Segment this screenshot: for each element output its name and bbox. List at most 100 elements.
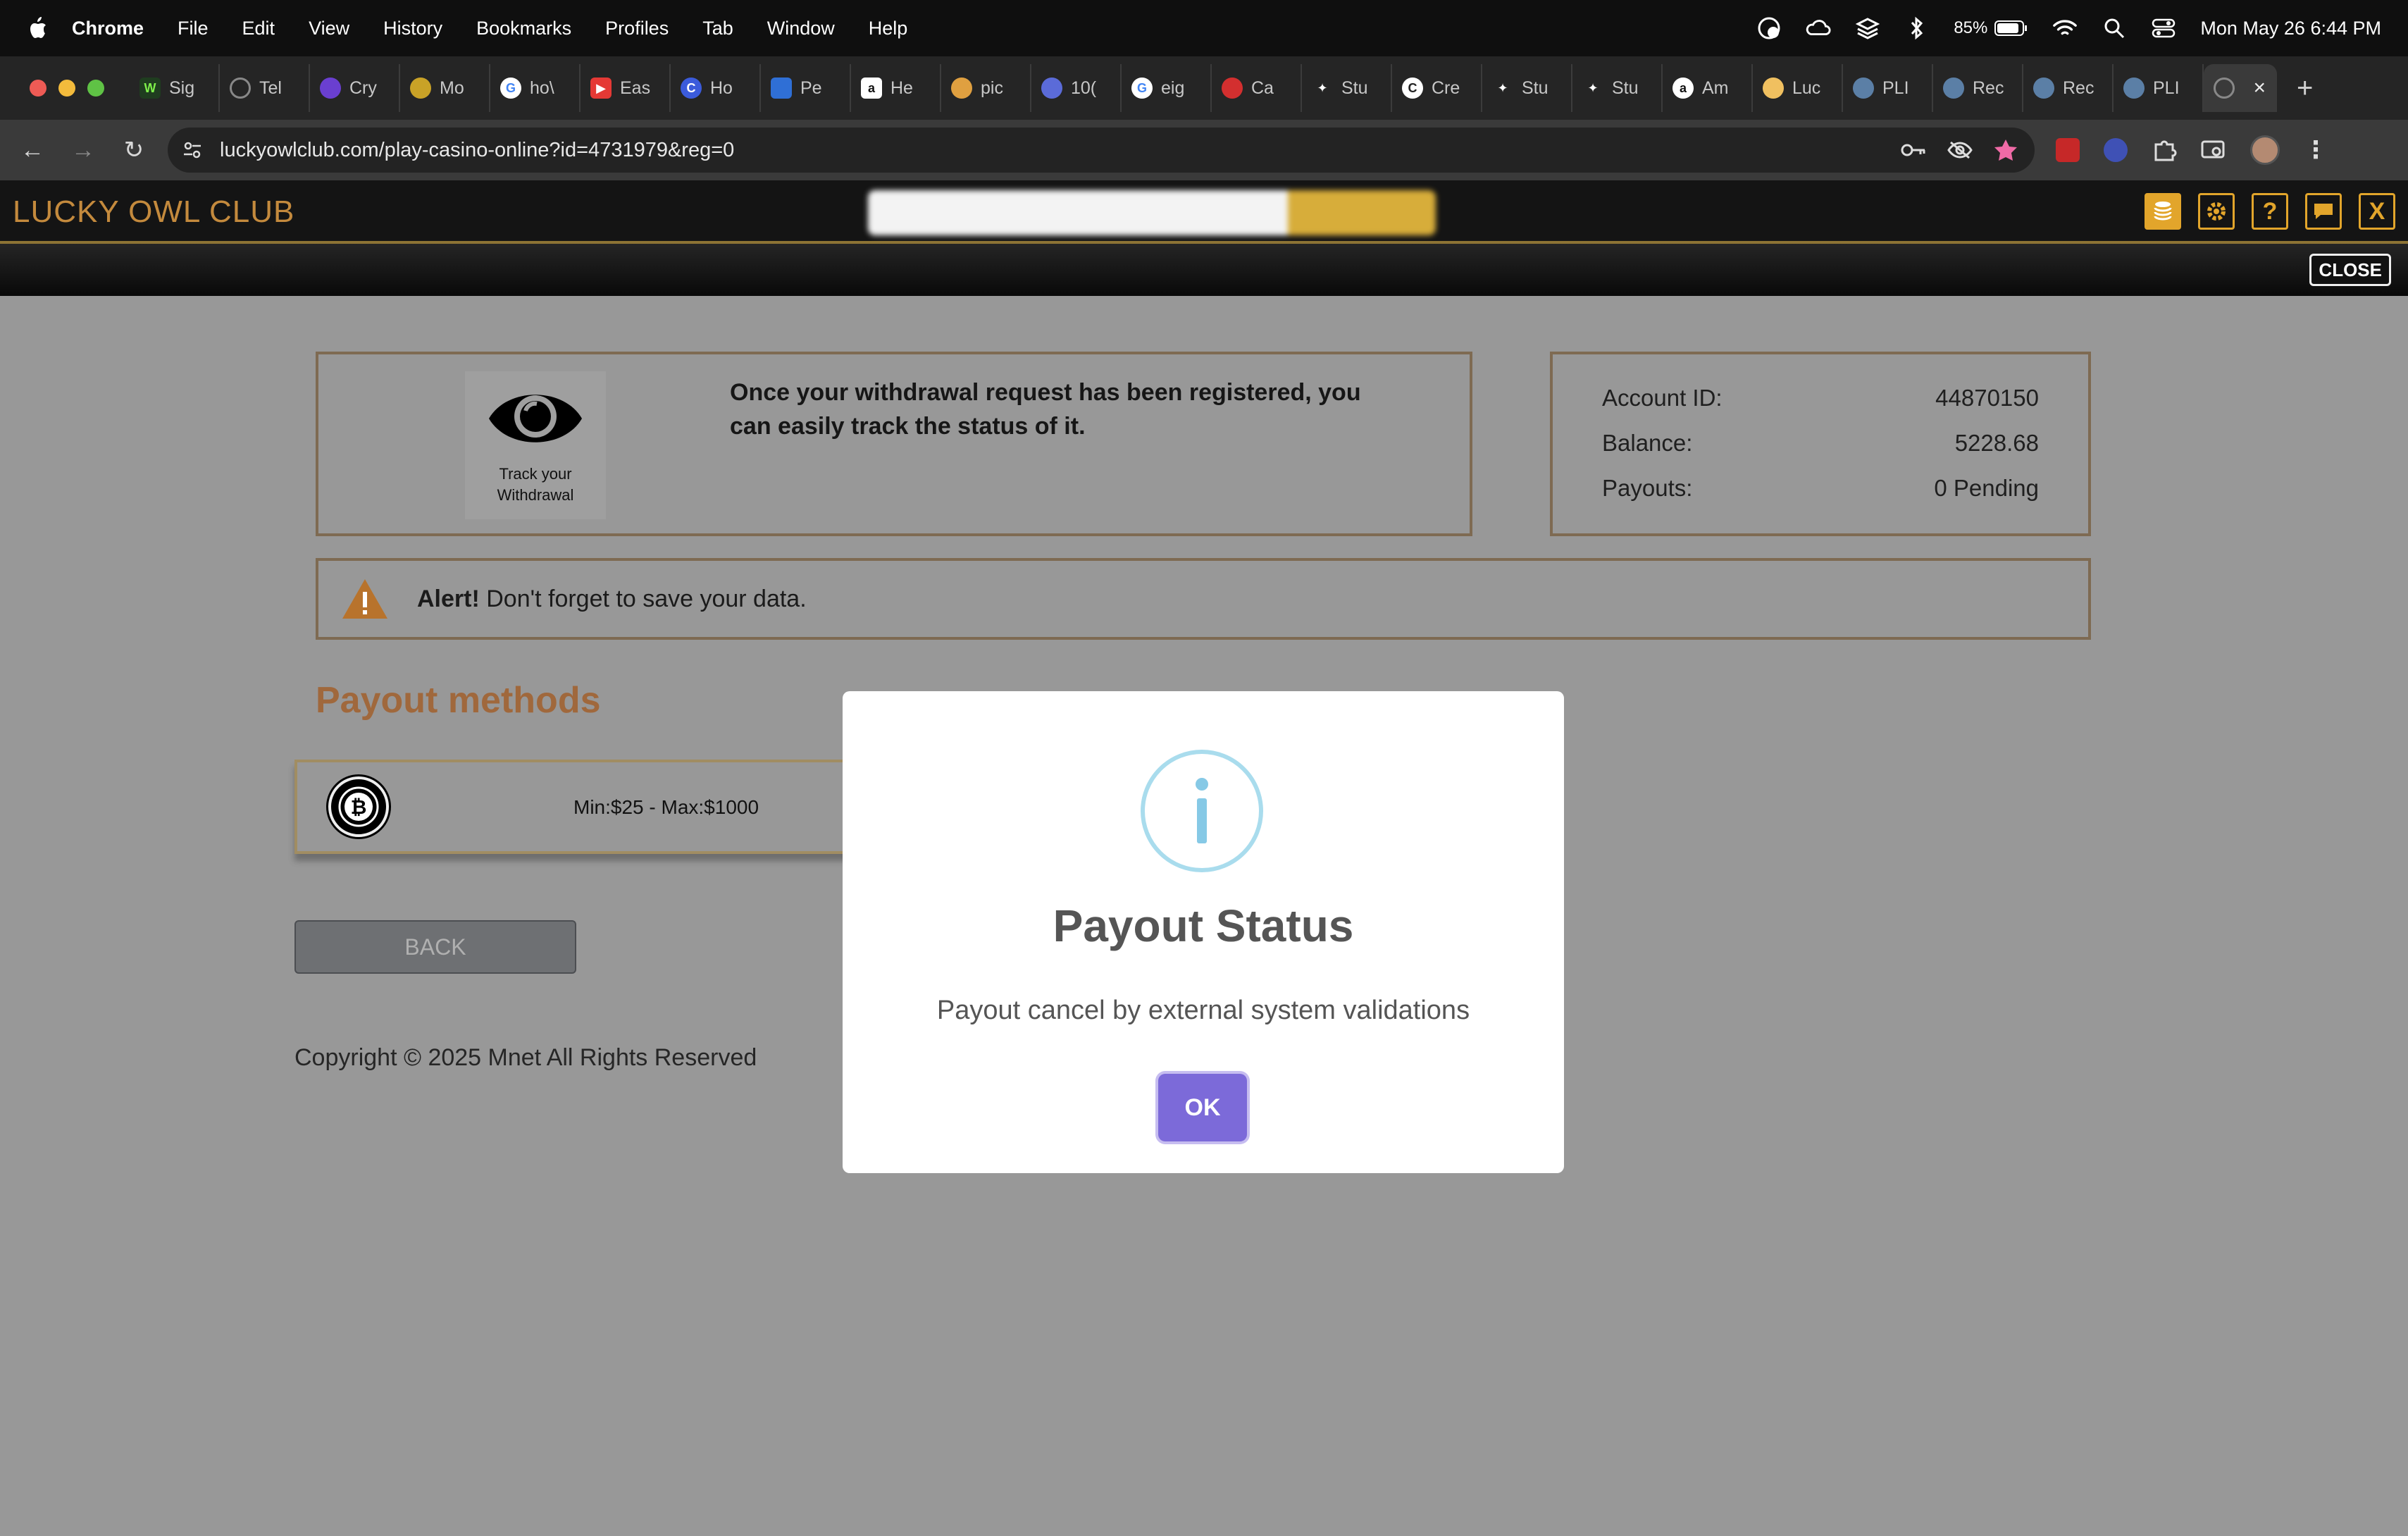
extension-blue-icon[interactable] bbox=[2104, 138, 2128, 162]
browser-tab[interactable]: Rec bbox=[2023, 64, 2114, 112]
battery-indicator[interactable]: 85% bbox=[1954, 18, 2028, 38]
chrome-menu-icon[interactable]: ⋮ bbox=[2304, 136, 2328, 164]
tab-title: Cre bbox=[1432, 78, 1460, 98]
menu-view[interactable]: View bbox=[309, 18, 349, 39]
active-browser-tab[interactable]: × bbox=[2204, 64, 2277, 112]
pdf-extension-icon[interactable] bbox=[2056, 138, 2080, 162]
browser-tab[interactable]: Geig bbox=[1122, 64, 1212, 112]
browser-tab[interactable]: a Am bbox=[1663, 64, 1753, 112]
browser-tab[interactable]: PLI bbox=[1843, 64, 1933, 112]
tab-search-icon[interactable] bbox=[2201, 139, 2226, 161]
reload-icon[interactable]: ↻ bbox=[121, 136, 147, 164]
browser-tab[interactable]: a He bbox=[851, 64, 941, 112]
close-x-icon[interactable]: X bbox=[2359, 193, 2395, 230]
cloud-icon[interactable] bbox=[1806, 16, 1831, 41]
browser-tab[interactable]: Cry bbox=[310, 64, 400, 112]
alert-text: Don't forget to save your data. bbox=[479, 585, 807, 612]
browser-tab[interactable]: Pe bbox=[761, 64, 851, 112]
address-bar[interactable]: luckyowlclub.com/play-casino-online?id=4… bbox=[168, 128, 2035, 173]
back-arrow-icon[interactable]: ← bbox=[20, 137, 45, 164]
chat-icon[interactable] bbox=[2305, 193, 2342, 230]
browser-tab[interactable]: ✦ Stu bbox=[1482, 64, 1572, 112]
track-message: Once your withdrawal request has been re… bbox=[730, 379, 1361, 440]
spotlight-search-icon[interactable] bbox=[2102, 16, 2127, 41]
tab-title: Rec bbox=[1973, 78, 2004, 98]
browser-tab[interactable]: C Cre bbox=[1392, 64, 1482, 112]
menu-app-name[interactable]: Chrome bbox=[72, 18, 144, 39]
browser-tab[interactable]: Ca bbox=[1212, 64, 1302, 112]
close-button[interactable]: CLOSE bbox=[2309, 254, 2391, 286]
tab-favicon-icon: a bbox=[1672, 78, 1694, 99]
url-text[interactable]: luckyowlclub.com/play-casino-online?id=4… bbox=[220, 139, 734, 162]
minimize-window-button[interactable] bbox=[58, 80, 75, 97]
tab-title: eig bbox=[1161, 78, 1185, 98]
gear-icon[interactable] bbox=[2198, 193, 2235, 230]
browser-tab[interactable]: ▶ Eas bbox=[581, 64, 671, 112]
search-input[interactable] bbox=[868, 190, 1288, 235]
tab-favicon-icon: W bbox=[139, 78, 161, 99]
blurred-search-bar[interactable] bbox=[868, 190, 1436, 235]
profile-avatar[interactable] bbox=[2250, 135, 2280, 165]
browser-tab[interactable]: 10( bbox=[1031, 64, 1122, 112]
menu-edit[interactable]: Edit bbox=[242, 18, 275, 39]
payouts-label: Payouts: bbox=[1602, 475, 1693, 501]
toolbar-extensions: ⋮ bbox=[2056, 135, 2328, 165]
bookmark-star-icon[interactable] bbox=[1994, 138, 2018, 162]
bitcoin-payout-method[interactable]: ₿ Min:$25 - Max:$1000 bbox=[294, 760, 872, 854]
tab-favicon-icon bbox=[2033, 78, 2054, 99]
tab-title: Tel bbox=[259, 78, 282, 98]
eye-off-icon[interactable] bbox=[1947, 140, 1973, 160]
browser-tab[interactable]: pic bbox=[941, 64, 1031, 112]
layers-icon[interactable] bbox=[1855, 16, 1880, 41]
browser-tab[interactable]: ✦ Stu bbox=[1572, 64, 1663, 112]
browser-tab[interactable]: Gho\ bbox=[490, 64, 581, 112]
menu-profiles[interactable]: Profiles bbox=[605, 18, 669, 39]
wifi-icon[interactable] bbox=[2052, 16, 2078, 41]
browser-tab[interactable]: Mo bbox=[400, 64, 490, 112]
control-center-icon[interactable] bbox=[2151, 16, 2176, 41]
tab-favicon-icon: ▶ bbox=[590, 78, 612, 99]
coins-icon[interactable] bbox=[2145, 193, 2181, 230]
forward-arrow-icon[interactable]: → bbox=[70, 137, 96, 164]
ok-button[interactable]: OK bbox=[1158, 1074, 1247, 1141]
browser-tab[interactable]: Rec bbox=[1933, 64, 2023, 112]
bluetooth-icon[interactable] bbox=[1904, 16, 1930, 41]
key-icon[interactable] bbox=[1901, 142, 1926, 159]
filter-button[interactable] bbox=[1288, 190, 1436, 235]
extensions-puzzle-icon[interactable] bbox=[2152, 137, 2177, 163]
alert-title: Alert! bbox=[417, 585, 480, 612]
browser-tab[interactable]: Luc bbox=[1753, 64, 1843, 112]
zoom-window-button[interactable] bbox=[87, 80, 104, 97]
browser-tab[interactable]: W Sig bbox=[130, 64, 220, 112]
site-info-icon[interactable] bbox=[182, 140, 203, 161]
menu-window[interactable]: Window bbox=[767, 18, 835, 39]
tab-close-icon[interactable]: × bbox=[2253, 76, 2266, 100]
back-button[interactable]: BACK bbox=[294, 920, 576, 974]
help-icon[interactable]: ? bbox=[2252, 193, 2288, 230]
new-tab-button[interactable]: + bbox=[2297, 73, 2313, 104]
browser-tab[interactable]: Tel bbox=[220, 64, 310, 112]
copyright-text: Copyright © 2025 Mnet All Rights Reserve… bbox=[294, 1044, 757, 1071]
account-id-value: 44870150 bbox=[1935, 385, 2039, 411]
notification-badge-icon[interactable] bbox=[1756, 16, 1782, 41]
tab-favicon-icon bbox=[230, 78, 251, 99]
site-header: LUCKY OWL CLUB ? X bbox=[0, 180, 2408, 244]
menu-bookmarks[interactable]: Bookmarks bbox=[476, 18, 571, 39]
menu-help[interactable]: Help bbox=[869, 18, 908, 39]
browser-tab[interactable]: ✦ Stu bbox=[1302, 64, 1392, 112]
browser-tab[interactable]: PLI bbox=[2114, 64, 2204, 112]
site-logo[interactable]: LUCKY OWL CLUB bbox=[13, 194, 294, 230]
tab-favicon-icon bbox=[771, 78, 792, 99]
close-window-button[interactable] bbox=[30, 80, 46, 97]
browser-tab-strip: W Sig Tel Cry Mo Gho\ ▶ Eas C Ho Pe a He pic… bbox=[0, 56, 2408, 120]
menu-tab[interactable]: Tab bbox=[702, 18, 733, 39]
payout-status-dialog: Payout Status Payout cancel by external … bbox=[843, 691, 1564, 1173]
apple-icon[interactable] bbox=[27, 16, 48, 40]
tab-title: Rec bbox=[2063, 78, 2094, 98]
browser-tab[interactable]: C Ho bbox=[671, 64, 761, 112]
header-icon-buttons: ? X bbox=[2145, 193, 2395, 230]
clock[interactable]: Mon May 26 6:44 PM bbox=[2200, 18, 2381, 39]
account-summary-panel: Account ID: 44870150 Balance: 5228.68 Payo… bbox=[1550, 352, 2091, 536]
menu-history[interactable]: History bbox=[383, 18, 442, 39]
menu-file[interactable]: File bbox=[178, 18, 209, 39]
